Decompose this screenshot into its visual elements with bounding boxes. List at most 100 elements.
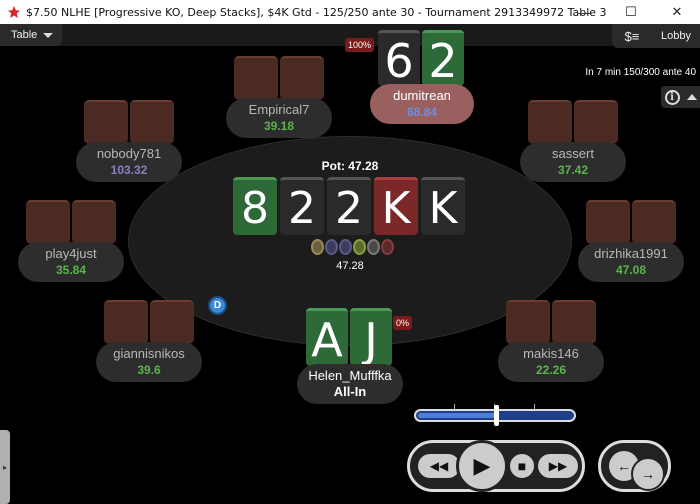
card-face-up: A: [306, 308, 348, 367]
cashier-button[interactable]: $≡: [612, 24, 652, 48]
board-card: 2: [327, 177, 371, 235]
chip-icon: [353, 239, 366, 255]
player-plate: giannisnikos 39.6: [96, 342, 202, 382]
seat-drizhika1991[interactable]: drizhika1991 47.08: [578, 200, 684, 286]
player-stack: 68.84: [406, 105, 438, 119]
player-stack: 39.18: [263, 119, 295, 133]
stop-button[interactable]: ■: [508, 452, 536, 480]
equity-badge: 0%: [393, 316, 413, 330]
chevron-up-icon: [686, 94, 697, 100]
next-blinds-info: In 7 min 150/300 ante 40: [585, 67, 696, 78]
rewind-button[interactable]: ◀◀: [418, 454, 460, 478]
card-back: [150, 300, 194, 344]
card-back: [26, 200, 70, 244]
minimize-button[interactable]: —: [562, 0, 608, 24]
hole-cards-facedown: [26, 200, 116, 244]
card-back: [234, 56, 278, 100]
window-titlebar: $7.50 NLHE [Progressive KO, Deep Stacks]…: [0, 0, 700, 24]
chevron-down-icon: [43, 32, 54, 38]
player-stack: 37.42: [557, 163, 589, 177]
card-back: [130, 100, 174, 144]
player-name: dumitrean: [393, 88, 451, 103]
cashier-icon: $≡: [624, 28, 640, 44]
player-name: play4just: [45, 246, 97, 261]
hole-cards-facedown: [84, 100, 174, 144]
card-face-up: J: [350, 308, 392, 367]
card-back: [586, 200, 630, 244]
pot-amount: 47.28: [336, 260, 364, 272]
card-back: [528, 100, 572, 144]
seat-empirical7[interactable]: Empirical7 39.18: [226, 56, 332, 142]
dealer-button: D: [208, 296, 227, 315]
seat-nobody781[interactable]: nobody781 103.32: [76, 100, 182, 186]
player-plate: drizhika1991 47.08: [578, 242, 684, 282]
player-stack: 39.6: [137, 363, 161, 377]
board-card: 8: [233, 177, 277, 235]
table-menu-button[interactable]: Table: [0, 24, 62, 46]
player-name: giannisnikos: [113, 346, 185, 361]
card-back: [552, 300, 596, 344]
player-name: Helen_Mufffka: [308, 368, 392, 383]
table-menu-label: Table: [11, 29, 38, 41]
card-back: [506, 300, 550, 344]
player-stack: 35.84: [55, 263, 87, 277]
card-back: [104, 300, 148, 344]
chip-icon: [325, 239, 338, 255]
pot-chips: [311, 239, 395, 257]
pokerstars-logo-icon: [6, 4, 22, 20]
player-status: All-In: [333, 384, 367, 399]
hole-cards-facedown: [528, 100, 618, 144]
chip-icon: [381, 239, 394, 255]
board-card: K: [374, 177, 418, 235]
player-name: sassert: [552, 146, 594, 161]
card-back: [72, 200, 116, 244]
slider-fill: [418, 413, 496, 418]
card-face-up: 6: [378, 30, 420, 88]
chip-icon: [311, 239, 324, 255]
board-card: K: [421, 177, 465, 235]
hole-cards-facedown: [104, 300, 194, 344]
maximize-button[interactable]: ☐: [608, 0, 654, 24]
hand-navigation: ← →: [598, 440, 671, 492]
fast-forward-button[interactable]: ▶▶: [538, 454, 578, 478]
seat-makis146[interactable]: makis146 22.26: [498, 300, 604, 386]
hole-cards-facedown: [506, 300, 596, 344]
window-title: $7.50 NLHE [Progressive KO, Deep Stacks]…: [26, 5, 607, 19]
seat-giannisnikos[interactable]: giannisnikos 39.6: [96, 300, 202, 386]
seat-sassert[interactable]: sassert 37.42: [520, 100, 626, 186]
card-back: [280, 56, 324, 100]
bet-slider[interactable]: [414, 404, 576, 426]
seat-helen-mufffka[interactable]: Helen_Mufffka All-In: [297, 364, 403, 404]
slider-thumb[interactable]: [494, 405, 499, 426]
next-hand-button[interactable]: →: [631, 457, 665, 491]
info-icon: i: [664, 89, 680, 105]
lobby-button[interactable]: Lobby: [652, 24, 700, 48]
card-back: [632, 200, 676, 244]
community-board: 8 2 2 K K: [233, 177, 467, 235]
equity-badge: 100%: [345, 38, 375, 52]
replay-controls: ◀◀ ▶▶ ■ ▶: [407, 440, 585, 492]
player-plate: makis146 22.26: [498, 342, 604, 382]
hole-cards-facedown: [234, 56, 324, 100]
seat-dumitrean[interactable]: dumitrean 68.84: [370, 84, 474, 124]
card-back: [574, 100, 618, 144]
slider-tick: [454, 404, 455, 409]
slider-tick: [534, 404, 535, 409]
player-stack: 103.32: [110, 163, 148, 177]
board-card: 2: [280, 177, 324, 235]
player-name: makis146: [523, 346, 579, 361]
chip-icon: [339, 239, 352, 255]
seat-play4just[interactable]: play4just 35.84: [18, 200, 124, 286]
player-stack: 22.26: [535, 363, 567, 377]
player-plate: nobody781 103.32: [76, 142, 182, 182]
close-button[interactable]: ✕: [654, 0, 700, 24]
player-stack: 47.08: [615, 263, 647, 277]
player-name: Empirical7: [248, 102, 310, 117]
play-button[interactable]: ▶: [456, 440, 508, 492]
player-plate: sassert 37.42: [520, 142, 626, 182]
player-plate: Empirical7 39.18: [226, 98, 332, 138]
side-panel-tab[interactable]: ▸: [0, 430, 10, 504]
hole-cards-facedown: [586, 200, 676, 244]
info-button[interactable]: i: [661, 86, 700, 108]
player-plate: play4just 35.84: [18, 242, 124, 282]
